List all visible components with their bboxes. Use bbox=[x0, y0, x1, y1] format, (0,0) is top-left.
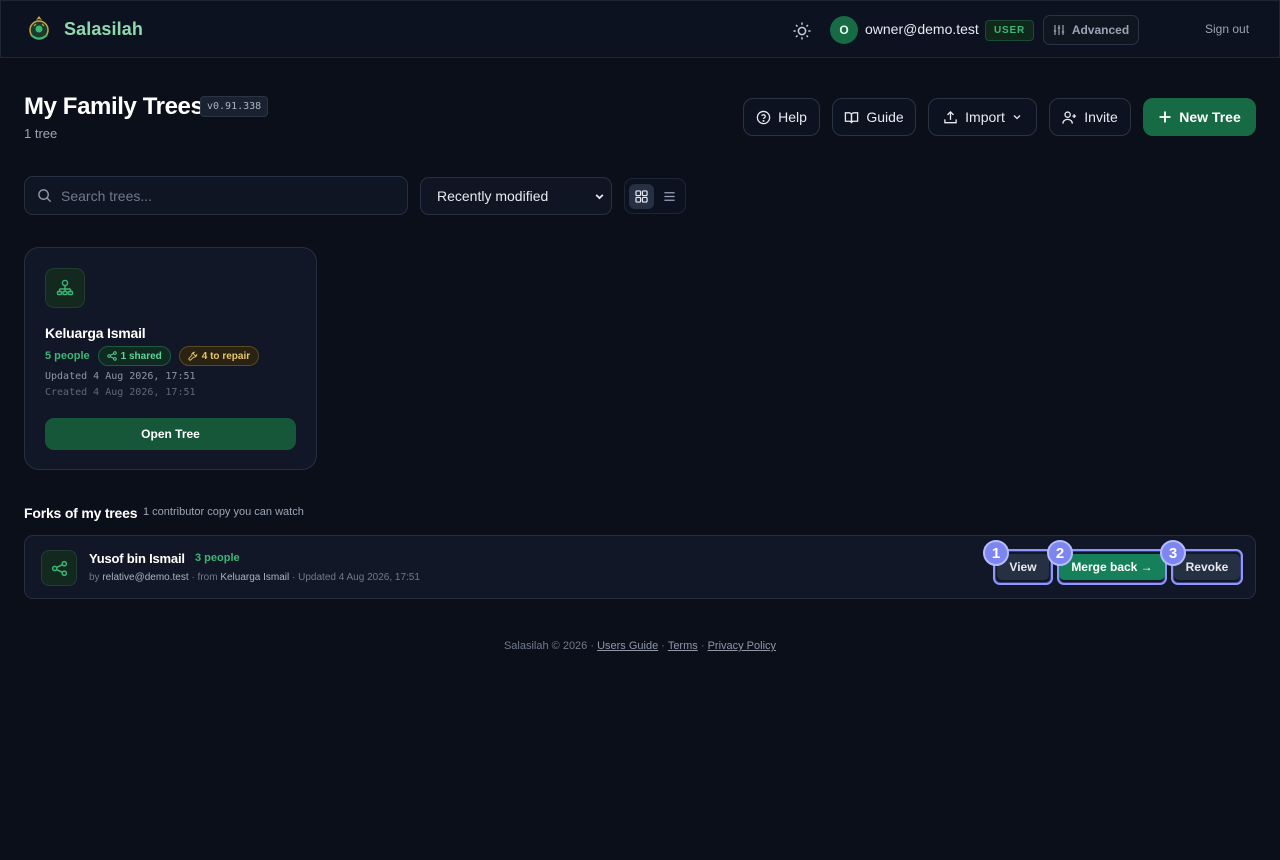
fork-people-count: 3 people bbox=[195, 552, 240, 564]
footer: Salasilah © 2026 · Users Guide · Terms ·… bbox=[0, 640, 1280, 652]
logo-icon bbox=[29, 16, 49, 40]
open-tree-button[interactable]: Open Tree bbox=[45, 418, 296, 450]
tree-card[interactable]: Keluarga Ismail 5 people 1 shared 4 to r… bbox=[24, 247, 317, 470]
guide-button[interactable]: Guide bbox=[832, 98, 916, 136]
privacy-policy-link[interactable]: Privacy Policy bbox=[708, 640, 776, 652]
view-toggle bbox=[624, 178, 686, 214]
user-email: owner@demo.test bbox=[865, 21, 979, 37]
tree-name: Keluarga Ismail bbox=[45, 325, 146, 341]
sun-icon bbox=[793, 22, 811, 40]
share-icon bbox=[106, 351, 117, 361]
footer-separator: · bbox=[700, 640, 705, 652]
chevron-down-icon bbox=[1013, 115, 1021, 120]
chevron-down-icon bbox=[595, 194, 604, 200]
search-box bbox=[24, 176, 408, 215]
shared-badge: 1 shared bbox=[97, 346, 171, 366]
fork-meta: by relative@demo.test · from Keluarga Is… bbox=[89, 572, 420, 583]
tree-created: Created 4 Aug 2026, 17:51 bbox=[45, 387, 196, 398]
fork-icon-box bbox=[41, 550, 77, 586]
step-badge: 2 bbox=[1047, 540, 1073, 566]
invite-button[interactable]: Invite bbox=[1049, 98, 1131, 136]
fork-updated: · Updated 4 Aug 2026, 17:51 bbox=[292, 572, 420, 583]
advanced-button[interactable]: Advanced bbox=[1043, 15, 1139, 45]
grid-view-button[interactable] bbox=[629, 184, 654, 209]
tree-count: 1 tree bbox=[24, 126, 58, 141]
guide-label: Guide bbox=[866, 109, 904, 125]
family-tree-icon bbox=[56, 279, 74, 296]
plus-icon bbox=[1159, 111, 1171, 123]
step-badge: 1 bbox=[983, 540, 1009, 566]
new-tree-button[interactable]: New Tree bbox=[1143, 98, 1256, 136]
tree-card-icon bbox=[45, 268, 85, 308]
fork-merge-label: Merge back → bbox=[1059, 554, 1165, 580]
theme-toggle-button[interactable] bbox=[789, 18, 815, 44]
help-circle-icon bbox=[756, 110, 771, 124]
search-input[interactable] bbox=[61, 187, 381, 204]
help-button[interactable]: Help bbox=[743, 98, 820, 136]
invite-label: Invite bbox=[1084, 109, 1118, 125]
repair-badge: 4 to repair bbox=[178, 346, 260, 366]
tree-updated: Updated 4 Aug 2026, 17:51 bbox=[45, 371, 196, 382]
terms-link[interactable]: Terms bbox=[668, 640, 698, 652]
advanced-label: Advanced bbox=[1071, 23, 1130, 37]
footer-copyright: Salasilah © 2026 · bbox=[503, 640, 595, 652]
search-icon bbox=[38, 189, 52, 203]
fork-owner: relative@demo.test bbox=[102, 572, 189, 583]
users-guide-link[interactable]: Users Guide bbox=[597, 640, 658, 652]
sort-selected-value: Recently modified bbox=[437, 188, 549, 204]
top-navbar: Salasilah O owner@demo.test USER Advance… bbox=[0, 0, 1280, 58]
role-badge: USER bbox=[985, 20, 1034, 41]
grid-icon bbox=[635, 190, 648, 203]
fork-source-tree: Keluarga Ismail bbox=[220, 572, 290, 583]
sort-select[interactable]: Recently modified bbox=[420, 177, 612, 215]
avatar[interactable]: O bbox=[830, 16, 858, 44]
import-label: Import bbox=[965, 109, 1005, 125]
tool-icon bbox=[188, 351, 198, 361]
share-icon bbox=[51, 560, 67, 576]
help-label: Help bbox=[778, 109, 807, 125]
fork-merge-back-button[interactable]: Merge back → bbox=[1057, 549, 1167, 585]
import-button[interactable]: Import bbox=[928, 98, 1037, 136]
sliders-icon bbox=[1053, 25, 1065, 35]
repair-label: 4 to repair bbox=[201, 350, 251, 362]
step-badge: 3 bbox=[1160, 540, 1186, 566]
footer-separator: · bbox=[661, 640, 665, 652]
version-badge: v0.91.338 bbox=[200, 96, 269, 117]
book-icon bbox=[845, 111, 859, 123]
tree-stats: 5 people 1 shared 4 to repair bbox=[45, 346, 260, 366]
fork-from-prefix: · from bbox=[191, 572, 218, 583]
brand-name: Salasilah bbox=[64, 18, 143, 39]
people-count: 5 people bbox=[45, 350, 90, 362]
user-plus-icon bbox=[1062, 110, 1077, 124]
page-title: My Family Trees bbox=[24, 93, 204, 120]
list-view-button[interactable] bbox=[657, 184, 682, 209]
new-tree-label: New Tree bbox=[1179, 109, 1241, 125]
fork-name: Yusof bin Ismail bbox=[89, 551, 185, 566]
forks-section-title: Forks of my trees bbox=[24, 505, 138, 521]
shared-label: 1 shared bbox=[120, 350, 162, 362]
brand-link[interactable]: Salasilah bbox=[25, 15, 143, 43]
upload-icon bbox=[944, 110, 957, 123]
sign-out-link[interactable]: Sign out bbox=[1205, 22, 1249, 36]
list-icon bbox=[664, 192, 675, 201]
fork-by-prefix: by bbox=[89, 572, 100, 583]
forks-section-subtitle: 1 contributor copy you can watch bbox=[143, 506, 304, 518]
